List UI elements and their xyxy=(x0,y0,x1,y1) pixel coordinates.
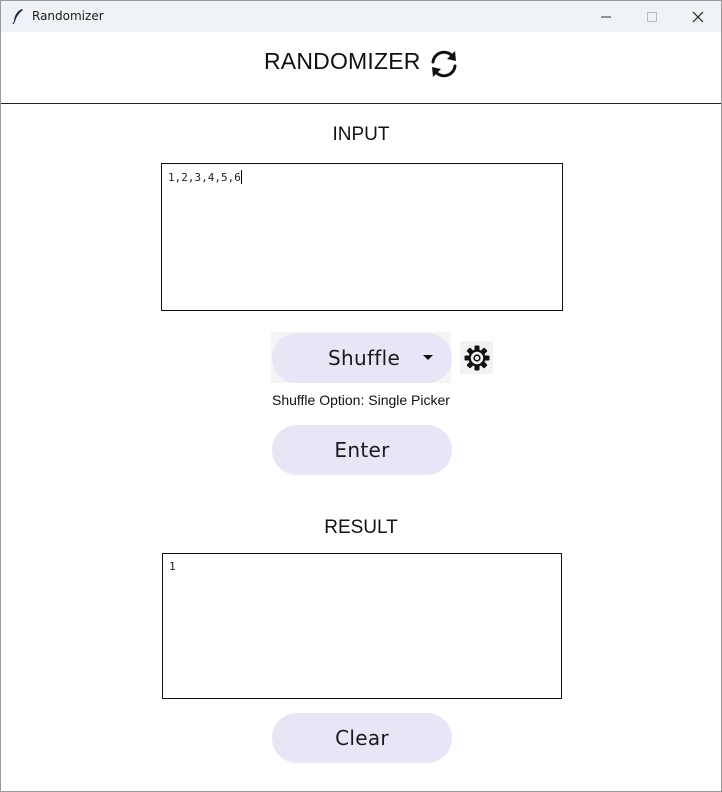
settings-button[interactable] xyxy=(460,341,493,374)
shuffle-option-text: Shuffle Option: Single Picker xyxy=(272,392,450,408)
minimize-icon xyxy=(601,16,611,17)
page-title: RANDOMIZER xyxy=(264,48,421,74)
text-caret xyxy=(240,170,242,184)
caret-down-icon xyxy=(423,355,433,360)
clear-button[interactable]: Clear xyxy=(272,713,452,763)
dropdown-selected-value: Shuffle xyxy=(328,346,401,370)
close-icon xyxy=(692,11,704,22)
window-title: Randomizer xyxy=(32,9,104,23)
input-textarea[interactable]: 1,2,3,4,5,6 xyxy=(161,163,563,311)
title-bar[interactable]: Randomizer xyxy=(1,1,721,32)
enter-button[interactable]: Enter xyxy=(272,425,452,475)
result-heading: RESULT xyxy=(324,517,398,538)
result-text: 1 xyxy=(169,560,176,573)
refresh-icon xyxy=(431,50,457,78)
shuffle-mode-dropdown[interactable]: Shuffle xyxy=(272,333,452,383)
result-textarea[interactable]: 1 xyxy=(162,553,562,699)
gear-icon xyxy=(464,345,489,370)
app-window: Randomizer RANDOMIZER INPUT 1,2,3,4,5,6 … xyxy=(0,0,722,792)
maximize-button[interactable] xyxy=(629,1,675,32)
maximize-icon xyxy=(647,11,657,22)
close-button[interactable] xyxy=(675,1,721,32)
feather-icon xyxy=(12,9,23,24)
input-text: 1,2,3,4,5,6 xyxy=(168,171,241,184)
input-heading: INPUT xyxy=(332,124,390,145)
app-header: RANDOMIZER xyxy=(1,32,721,104)
minimize-button[interactable] xyxy=(583,1,629,32)
